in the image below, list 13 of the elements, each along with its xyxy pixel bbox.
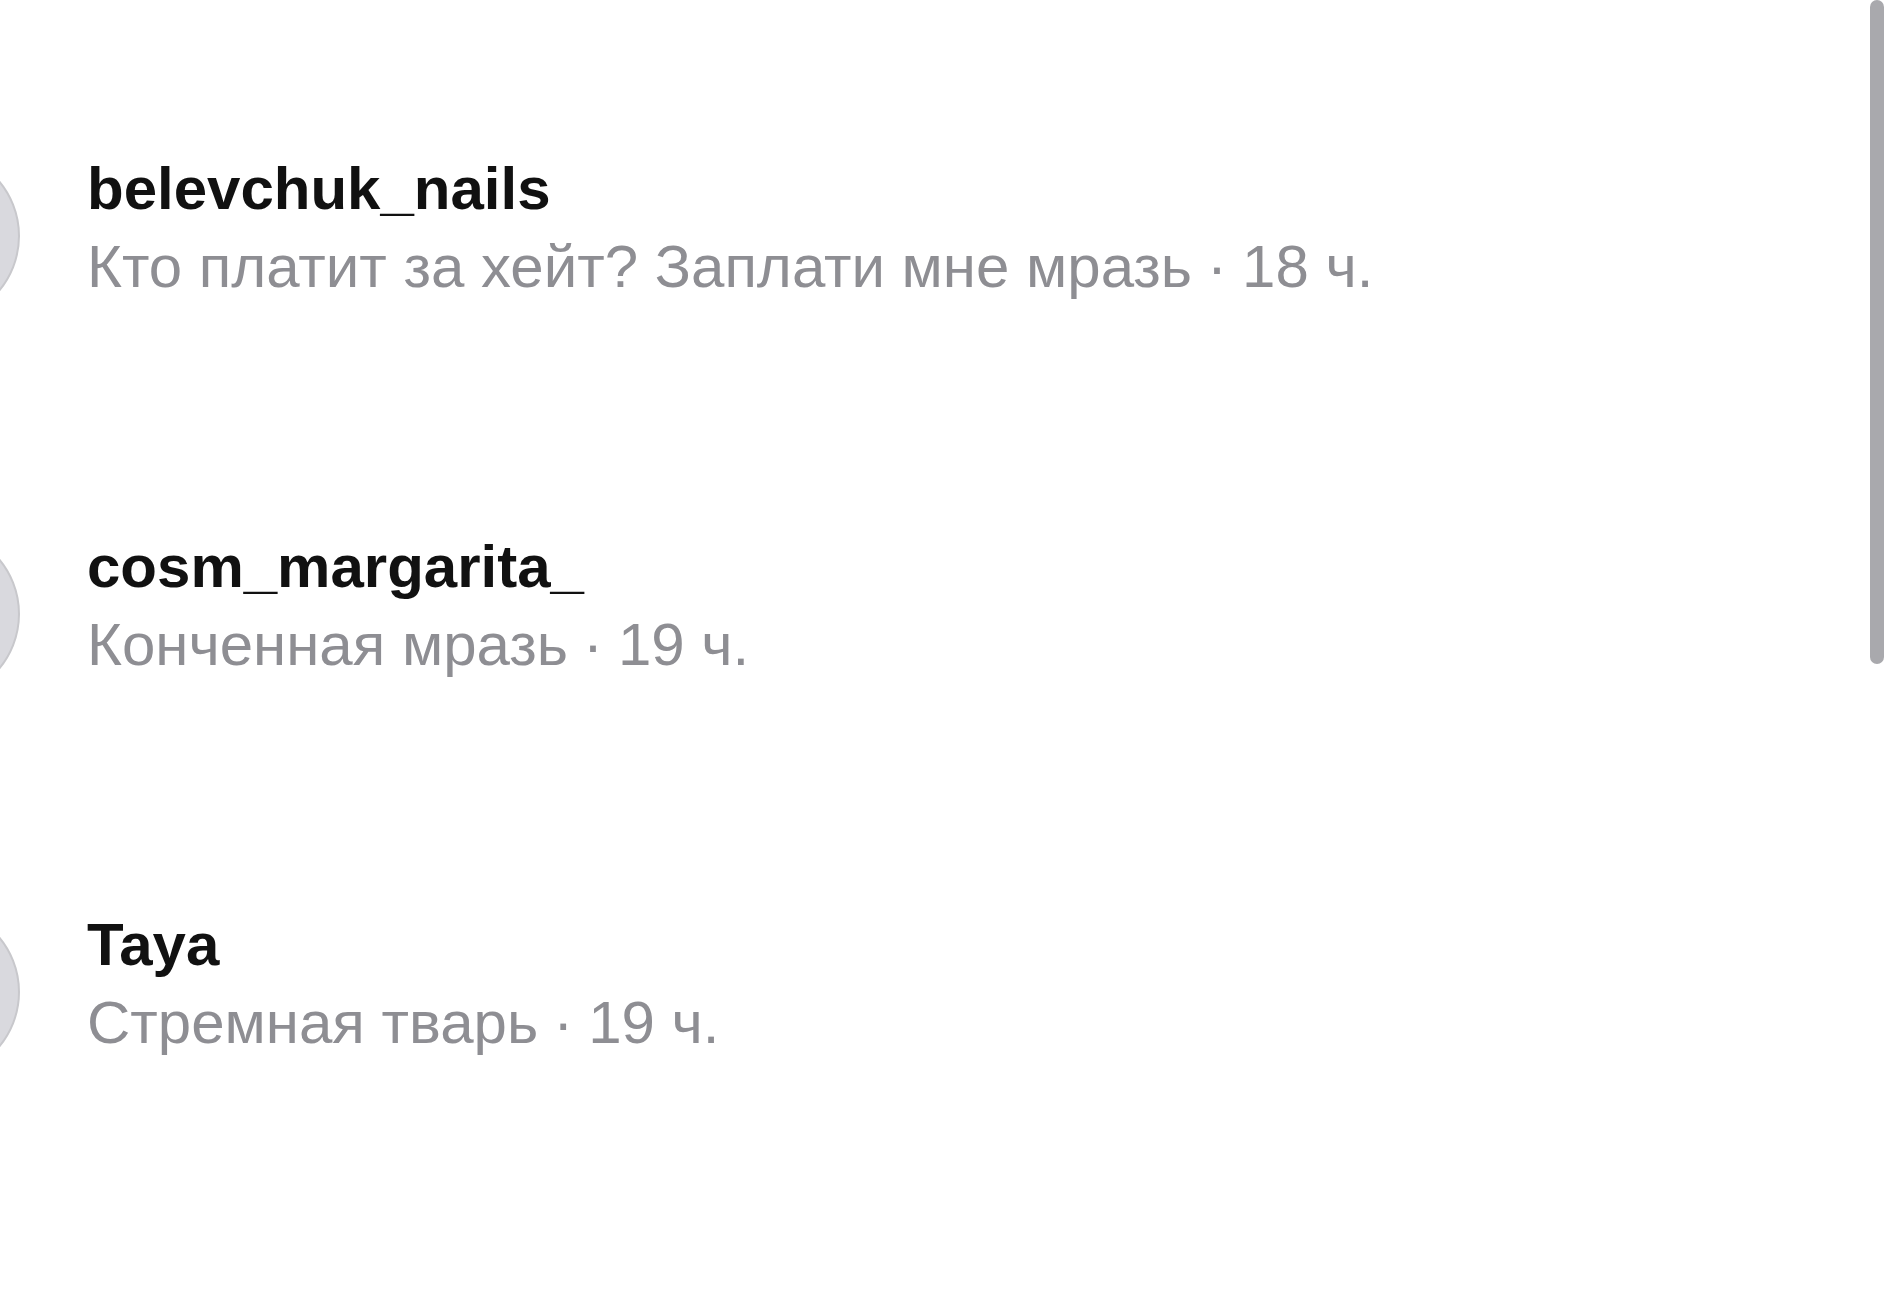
timestamp: 19 ч. (588, 988, 720, 1058)
username[interactable]: cosm_margarita_ (87, 528, 750, 606)
scrollbar-thumb[interactable] (1870, 0, 1884, 664)
comment-text: Конченная мразь (87, 610, 568, 680)
timestamp: 18 ч. (1242, 232, 1374, 302)
timestamp: 19 ч. (617, 610, 750, 680)
username[interactable]: Taya (87, 906, 720, 984)
separator-dot: · (1207, 232, 1228, 302)
separator-dot: · (582, 610, 603, 680)
username[interactable]: belevchuk_nails (87, 150, 1374, 228)
separator-dot: · (553, 988, 574, 1058)
comment-text: Кто платит за хейт? Заплати мне мразь (87, 232, 1193, 302)
comment-text: Стремная тварь (87, 988, 539, 1058)
